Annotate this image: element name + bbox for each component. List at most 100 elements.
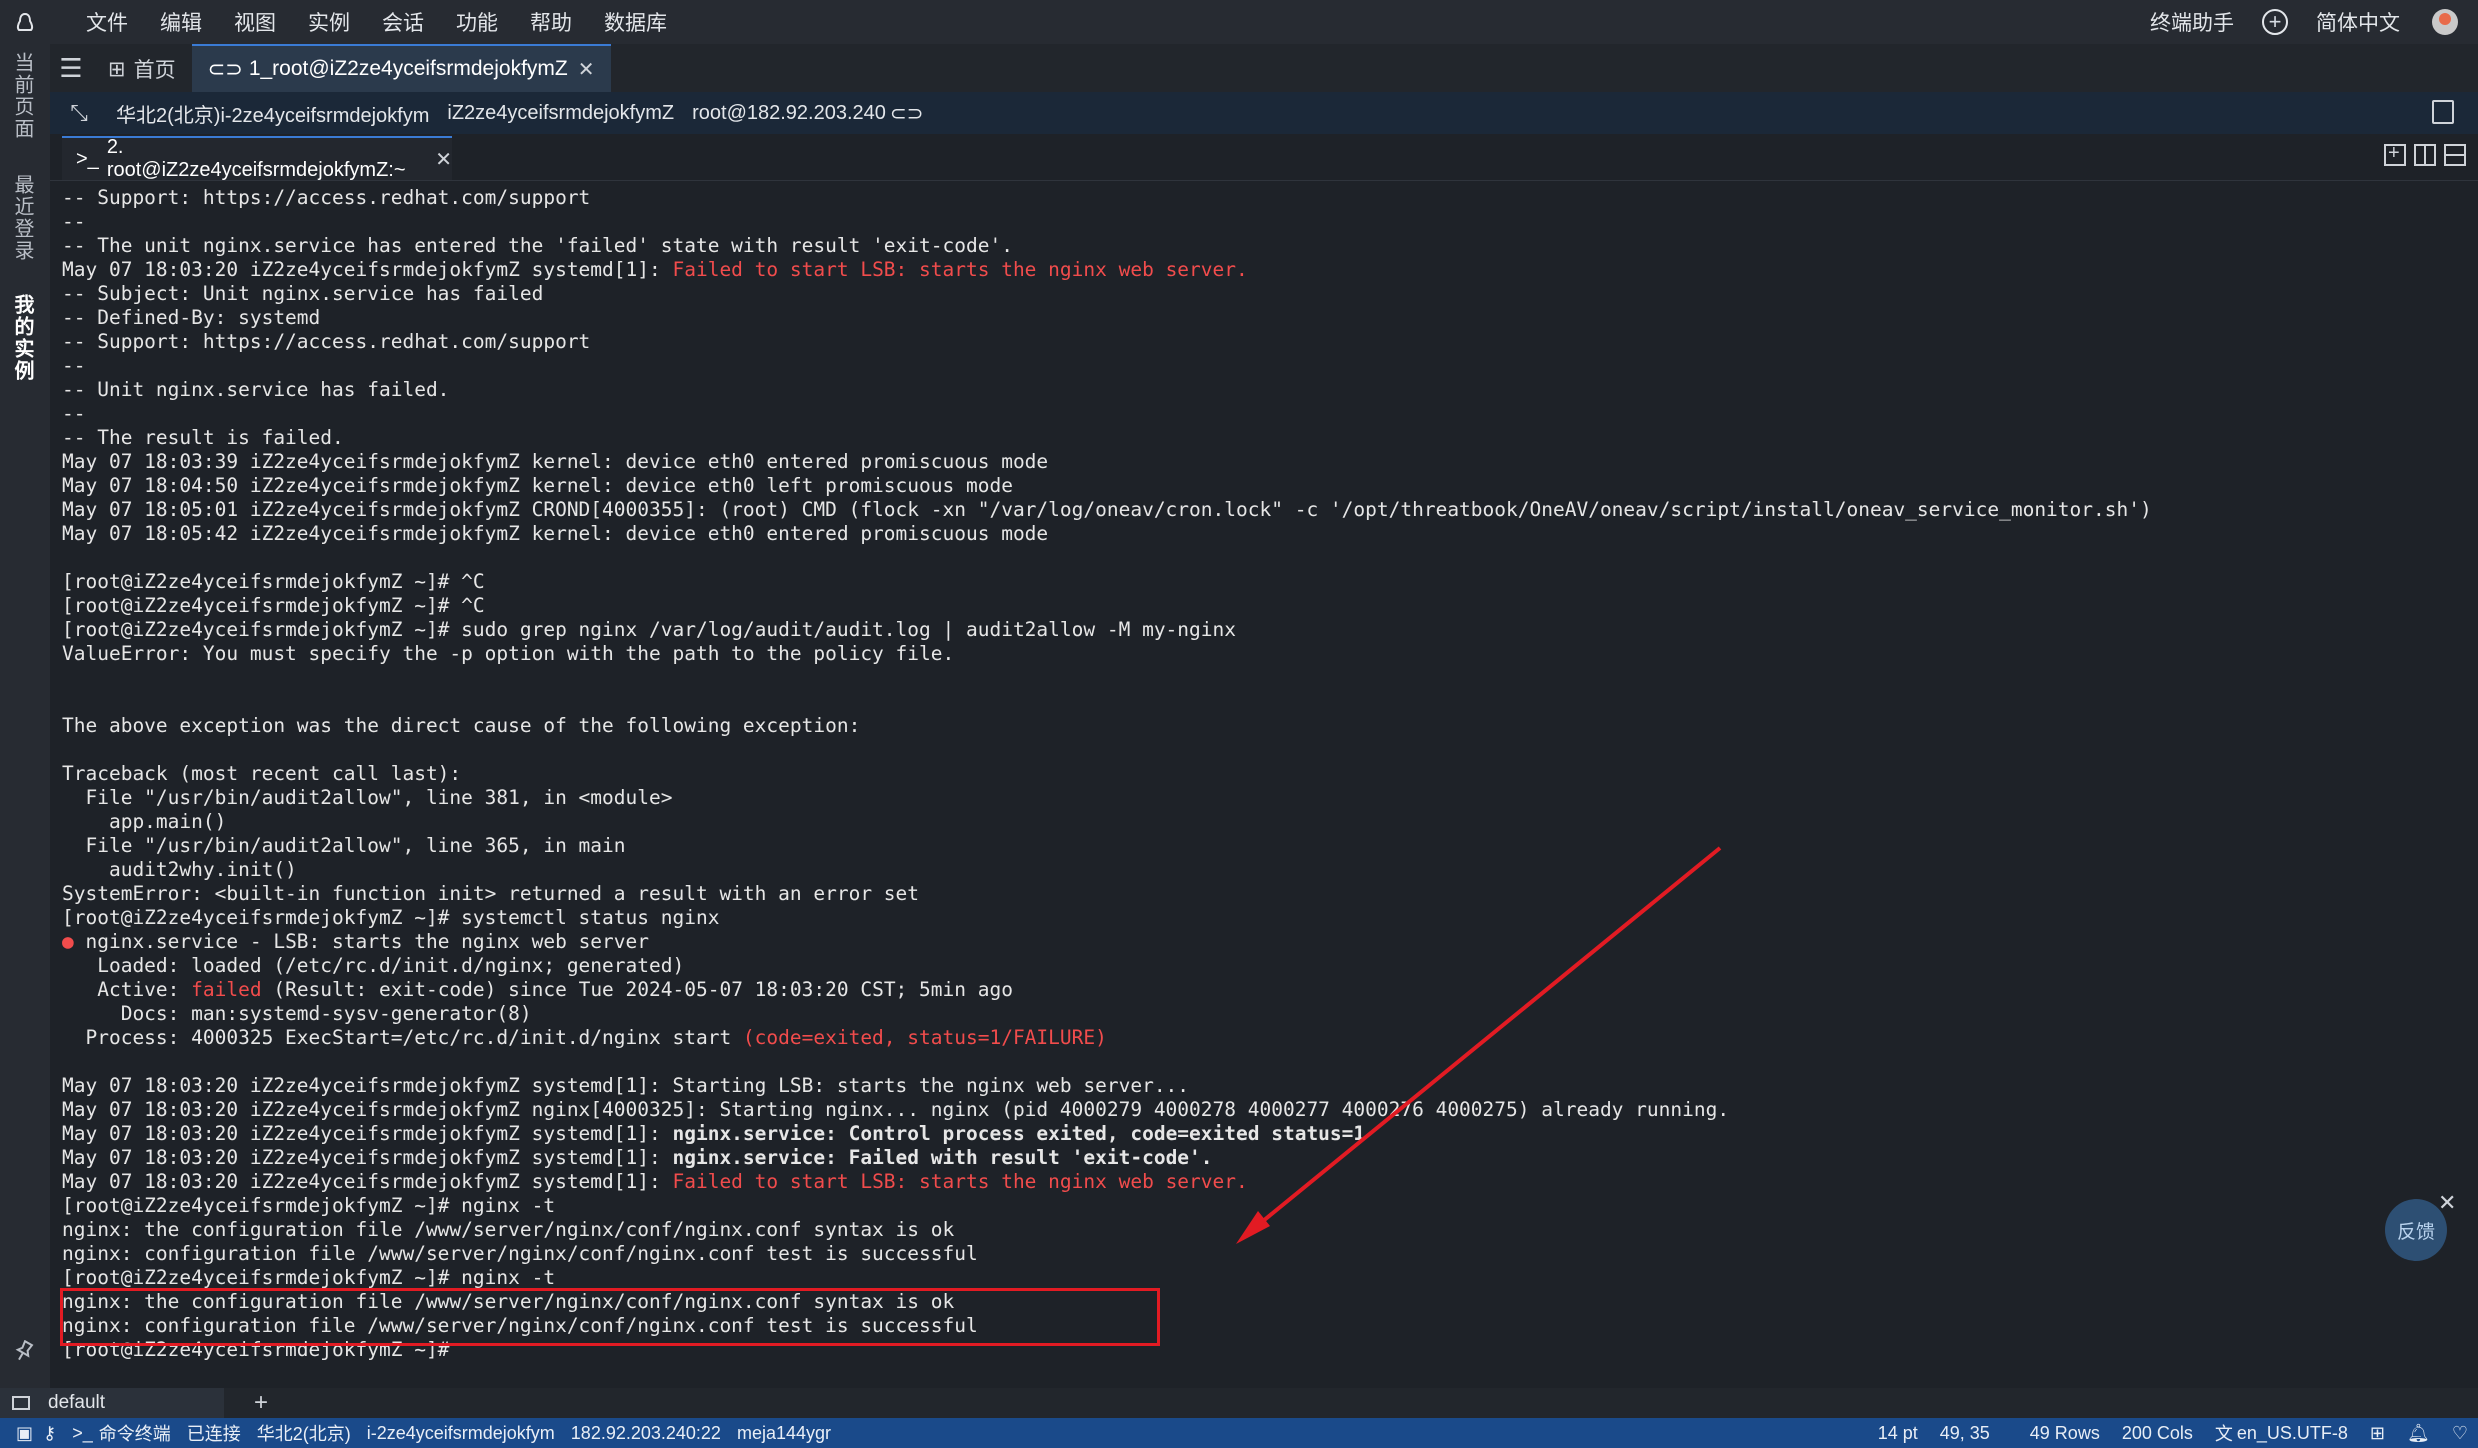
- terminal-text: -- Unit nginx.service has failed.: [62, 378, 450, 401]
- session-info-bar: ⤡ 华北2(北京)i-2ze4yceifsrmdejokfym iZ2ze4yc…: [50, 92, 2478, 134]
- status-encoding[interactable]: en_US.UTF-8: [2237, 1423, 2348, 1444]
- layout-grid-icon[interactable]: ⊞: [2370, 1423, 2385, 1444]
- close-icon[interactable]: ✕: [435, 147, 452, 172]
- terminal-text: --: [62, 210, 86, 233]
- tab-session-label: 1_root@iZ2ze4yceifsrmdejokfymZ: [248, 57, 568, 80]
- terminal-text: [root@iZ2ze4yceifsrmdejokfymZ ~]# system…: [62, 906, 720, 929]
- menu-edit[interactable]: 编辑: [160, 7, 202, 37]
- add-session-button[interactable]: +: [254, 1388, 268, 1418]
- grid-icon: ⊞: [108, 57, 126, 81]
- status-bar: ▣ ⚷ >_ 命令终端 已连接 华北2(北京) i-2ze4yceifsrmde…: [0, 1418, 2478, 1448]
- terminal-line: May 07 18:04:50 iZ2ze4yceifsrmdejokfymZ …: [56, 474, 2456, 498]
- menu-bar: 文件 编辑 视图 实例 会话 功能 帮助 数据库 终端助手 + 简体中文: [0, 0, 2478, 44]
- status-connection: 已连接: [186, 1424, 241, 1444]
- menu-session[interactable]: 会话: [382, 7, 424, 37]
- terminal-text: May 07 18:03:20 iZ2ze4yceifsrmdejokfymZ …: [62, 1146, 673, 1169]
- menu-file[interactable]: 文件: [86, 7, 128, 37]
- terminal-scrollbar[interactable]: [2468, 186, 2476, 1366]
- terminal-text: --: [62, 402, 86, 425]
- terminal-line: SystemError: <built-in function init> re…: [56, 882, 2456, 906]
- terminal-tab[interactable]: >_ 2. root@iZ2ze4yceifsrmdejokfymZ:~ ✕: [62, 136, 452, 181]
- terminal-line: -- The unit nginx.service has entered th…: [56, 234, 2456, 258]
- terminal-text: nginx: the configuration file /www/serve…: [62, 1218, 955, 1241]
- tab-list-menu-icon[interactable]: ☰: [50, 44, 92, 92]
- sidebar-tab-my-instances[interactable]: 我的实例: [8, 294, 37, 382]
- terminal-line: May 07 18:03:39 iZ2ze4yceifsrmdejokfymZ …: [56, 450, 2456, 474]
- terminal-text: nginx.service: Control process exited, c…: [672, 1122, 1366, 1145]
- status-terminal-label: 命令终端: [98, 1424, 171, 1444]
- split-horizontal-icon[interactable]: [2444, 144, 2466, 166]
- terminal-text: SystemError: <built-in function init> re…: [62, 882, 920, 905]
- terminal-line: -- Unit nginx.service has failed.: [56, 378, 2456, 402]
- sidebar-tab-recent-logins[interactable]: 最近登录: [8, 174, 37, 262]
- terminal-line: May 07 18:03:20 iZ2ze4yceifsrmdejokfymZ …: [56, 258, 2456, 282]
- terminal-line: May 07 18:03:20 iZ2ze4yceifsrmdejokfymZ …: [56, 1146, 2456, 1170]
- language-selector[interactable]: 简体中文: [2316, 7, 2400, 37]
- terminal-line: May 07 18:03:20 iZ2ze4yceifsrmdejokfymZ …: [56, 1098, 2456, 1122]
- avatar[interactable]: [2432, 9, 2458, 35]
- terminal-tab-label: 2. root@iZ2ze4yceifsrmdejokfymZ:~: [106, 136, 406, 181]
- menu-functions[interactable]: 功能: [456, 7, 498, 37]
- terminal-text: Failed to start LSB: starts the nginx we…: [672, 1170, 1248, 1193]
- status-instance: i-2ze4yceifsrmdejokfym: [366, 1422, 555, 1443]
- terminal-text: -- Support: https://access.redhat.com/su…: [62, 186, 591, 209]
- link-icon[interactable]: ⊂⊃: [890, 101, 924, 126]
- terminal-line: ● nginx.service - LSB: starts the nginx …: [56, 930, 2456, 954]
- status-font-size[interactable]: 14 pt: [1878, 1423, 1918, 1444]
- terminal-line: audit2why.init(): [56, 858, 2456, 882]
- key-icon[interactable]: ⚷: [43, 1423, 56, 1444]
- terminal-text: -- The result is failed.: [62, 426, 344, 449]
- session-name: default: [48, 1392, 106, 1413]
- terminal-text: (Result: exit-code) since Tue 2024-05-07…: [261, 978, 1013, 1001]
- expand-icon[interactable]: ⤡: [60, 100, 98, 126]
- menu-view[interactable]: 视图: [234, 7, 276, 37]
- tab-home-label: 首页: [133, 59, 176, 82]
- terminal-text: File "/usr/bin/audit2allow", line 381, i…: [62, 786, 673, 809]
- bell-icon[interactable]: 🔔︎: [2407, 1423, 2430, 1444]
- terminal-line: May 07 18:03:20 iZ2ze4yceifsrmdejokfymZ …: [56, 1074, 2456, 1098]
- terminal-text: ●: [62, 930, 74, 953]
- menu-help[interactable]: 帮助: [530, 7, 572, 37]
- terminal-text: audit2why.init(): [62, 858, 297, 881]
- status-cols: 200 Cols: [2121, 1422, 2193, 1443]
- terminal-text: Active:: [62, 978, 192, 1001]
- terminal-line: File "/usr/bin/audit2allow", line 381, i…: [56, 786, 2456, 810]
- sidebar-tab-current-page[interactable]: 当前页面: [8, 52, 37, 140]
- terminal-line: The above exception was the direct cause…: [56, 714, 2456, 738]
- windows-icon[interactable]: ▣: [16, 1423, 33, 1444]
- new-pane-icon[interactable]: [2384, 142, 2406, 166]
- tab-home[interactable]: ⊞ 首页: [92, 46, 192, 92]
- tab-session[interactable]: ⊂⊃ 1_root@iZ2ze4yceifsrmdejokfymZ ✕: [191, 44, 611, 92]
- menu-instance[interactable]: 实例: [308, 7, 350, 37]
- terminal-output[interactable]: -- Support: https://access.redhat.com/su…: [56, 186, 2456, 1366]
- status-rows: 49 Rows: [2029, 1422, 2100, 1443]
- terminal-icon: [12, 1396, 30, 1410]
- terminal-text: ValueError: You must specify the -p opti…: [62, 642, 955, 665]
- add-icon[interactable]: +: [2262, 9, 2288, 35]
- feedback-icon[interactable]: ♡: [2452, 1423, 2468, 1444]
- terminal-text: --: [62, 354, 86, 377]
- session-default-tab[interactable]: default: [0, 1388, 224, 1418]
- terminal-line: -- Subject: Unit nginx.service has faile…: [56, 282, 2456, 306]
- close-icon[interactable]: ✕: [2438, 1190, 2456, 1216]
- terminal-text: nginx.service - LSB: starts the nginx we…: [73, 930, 650, 953]
- terminal-assistant-button[interactable]: 终端助手: [2150, 7, 2234, 37]
- menu-database[interactable]: 数据库: [604, 7, 667, 37]
- terminal-text: [root@iZ2ze4yceifsrmdejokfymZ ~]# ^C: [62, 570, 485, 593]
- session-bar: default +: [0, 1388, 2478, 1418]
- annotation-highlight-box: [60, 1288, 1160, 1346]
- terminal-line: Active: failed (Result: exit-code) since…: [56, 978, 2456, 1002]
- terminal-text: Traceback (most recent call last):: [62, 762, 462, 785]
- terminal-line: [root@iZ2ze4yceifsrmdejokfymZ ~]# nginx …: [56, 1266, 2456, 1290]
- copy-icon[interactable]: [2432, 100, 2454, 124]
- terminal-prompt-icon: >_: [72, 1422, 93, 1443]
- close-icon[interactable]: ✕: [578, 57, 595, 82]
- terminal-line: [root@iZ2ze4yceifsrmdejokfymZ ~]# ^C: [56, 594, 2456, 618]
- terminal-line: Docs: man:systemd-sysv-generator(8): [56, 1002, 2456, 1026]
- split-vertical-icon[interactable]: [2414, 144, 2436, 166]
- terminal-text: Docs: man:systemd-sysv-generator(8): [62, 1002, 532, 1025]
- pin-icon[interactable]: [14, 1339, 34, 1368]
- terminal-text: May 07 18:03:20 iZ2ze4yceifsrmdejokfymZ …: [62, 258, 673, 281]
